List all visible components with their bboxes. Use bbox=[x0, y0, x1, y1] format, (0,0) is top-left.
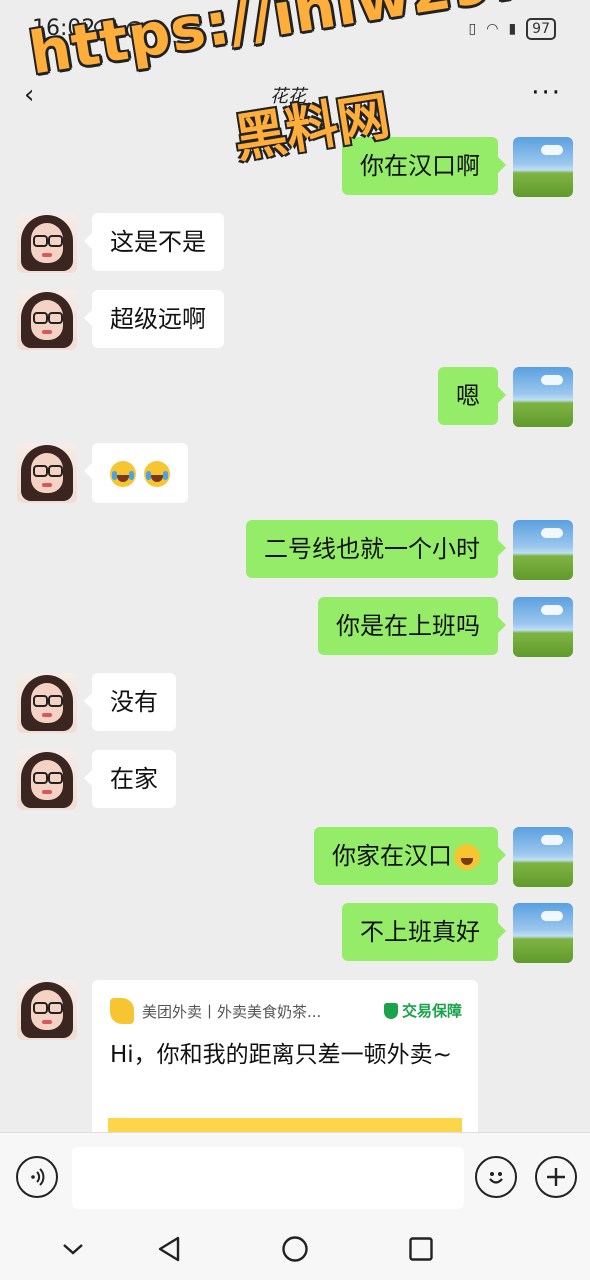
my-avatar[interactable] bbox=[513, 903, 573, 963]
smiley-icon bbox=[489, 1172, 503, 1184]
message-text: 你家在汉口 bbox=[332, 842, 452, 870]
card-text: Hi，你和我的距离只差一顿外卖~ bbox=[110, 1042, 452, 1068]
emoji-button[interactable] bbox=[475, 1156, 517, 1198]
contact-avatar[interactable] bbox=[17, 673, 77, 733]
message-bubble-mine[interactable]: 你家在汉口 bbox=[314, 827, 506, 885]
plus-icon bbox=[547, 1168, 565, 1186]
shield-icon bbox=[383, 1002, 398, 1019]
message-bubble-mine[interactable]: 不上班真好 bbox=[342, 903, 506, 961]
chat-header: ‹ 花花 ··· bbox=[0, 60, 590, 128]
message-bubble-mine[interactable]: 嗯 bbox=[438, 367, 506, 425]
eye-icon bbox=[94, 19, 118, 35]
more-options-button[interactable]: ··· bbox=[531, 78, 562, 108]
message-bubble-mine[interactable]: 你在汉口啊 bbox=[342, 137, 506, 195]
status-right: ▯ ◠ ▮ 97 bbox=[469, 18, 556, 40]
meituan-logo-icon bbox=[110, 998, 134, 1024]
voice-input-button[interactable] bbox=[16, 1156, 58, 1198]
message-bubble-theirs[interactable] bbox=[84, 443, 188, 503]
my-avatar[interactable] bbox=[513, 367, 573, 427]
666-emoji bbox=[454, 844, 480, 870]
message-input[interactable] bbox=[72, 1147, 464, 1209]
more-functions-button[interactable] bbox=[535, 1156, 577, 1198]
back-arrow-icon[interactable]: ‹ bbox=[24, 80, 34, 110]
guarantee-label: 交易保障 bbox=[401, 1002, 462, 1020]
input-bar bbox=[0, 1132, 590, 1219]
contact-avatar[interactable] bbox=[17, 443, 77, 503]
hide-keyboard-chevron-icon[interactable] bbox=[58, 1234, 88, 1264]
battery-icon: 97 bbox=[526, 18, 556, 40]
my-avatar[interactable] bbox=[513, 827, 573, 887]
message-bubble-mine[interactable]: 二号线也就一个小时 bbox=[246, 520, 506, 578]
trade-guarantee-badge: 交易保障 bbox=[383, 1000, 462, 1021]
contact-avatar[interactable] bbox=[17, 980, 77, 1040]
card-app-name: 美团外卖丨外卖美食奶茶... bbox=[142, 1002, 322, 1021]
contact-avatar[interactable] bbox=[17, 213, 77, 273]
message-bubble-theirs[interactable]: 这是不是 bbox=[84, 213, 224, 271]
message-bubble-mine[interactable]: 你是在上班吗 bbox=[318, 597, 506, 655]
mini-program-card[interactable]: 美团外卖丨外卖美食奶茶... 交易保障 Hi，你和我的距离只差一顿外卖~ bbox=[92, 980, 478, 1140]
status-bar: 16:02 ▯ ◠ ▮ 97 bbox=[0, 0, 590, 60]
laugh-cry-emoji bbox=[143, 461, 170, 487]
my-avatar[interactable] bbox=[513, 137, 573, 197]
card-app-row: 美团外卖丨外卖美食奶茶... bbox=[110, 998, 370, 1024]
contact-avatar[interactable] bbox=[17, 290, 77, 350]
home-circle-icon[interactable] bbox=[280, 1234, 310, 1264]
message-bubble-theirs[interactable]: 没有 bbox=[84, 673, 176, 731]
my-avatar[interactable] bbox=[513, 597, 573, 657]
recents-square-icon[interactable] bbox=[406, 1234, 436, 1264]
contact-avatar[interactable] bbox=[17, 750, 77, 810]
signal-icon: ▮ bbox=[508, 21, 517, 37]
message-bubble-theirs[interactable]: 超级远啊 bbox=[84, 290, 224, 348]
contact-name: 花花 bbox=[270, 86, 306, 107]
message-bubble-theirs[interactable]: 在家 bbox=[84, 750, 176, 808]
system-nav-bar bbox=[0, 1218, 590, 1280]
status-time: 16:02 bbox=[32, 16, 96, 41]
back-triangle-icon[interactable] bbox=[154, 1234, 184, 1264]
voice-icon bbox=[31, 1168, 45, 1186]
wifi-icon: ◠ bbox=[486, 21, 499, 37]
vibrate-icon: ▯ bbox=[468, 21, 477, 37]
laugh-cry-emoji bbox=[110, 461, 136, 487]
my-avatar[interactable] bbox=[513, 520, 573, 580]
alarm-icon bbox=[126, 21, 144, 39]
